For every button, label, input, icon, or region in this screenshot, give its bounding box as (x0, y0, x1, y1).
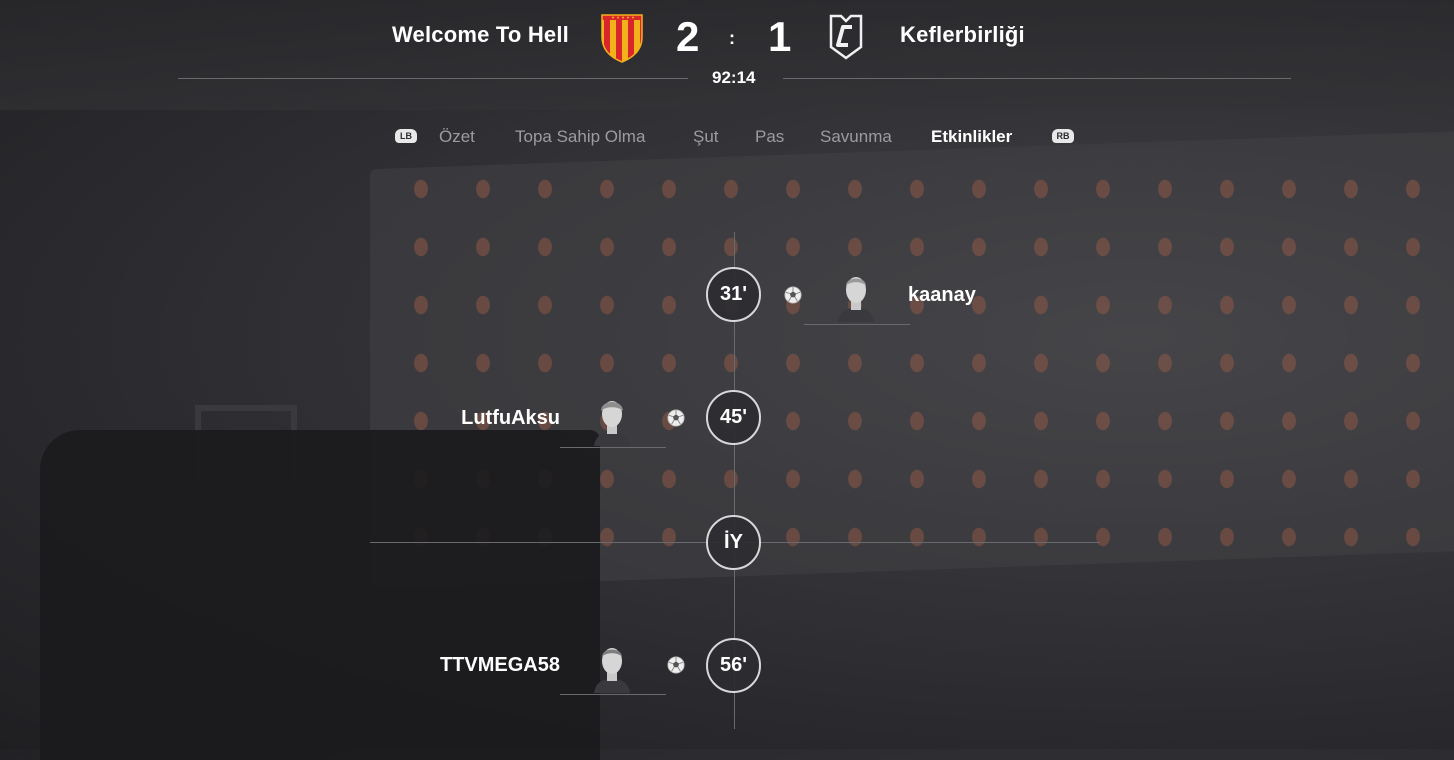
event-player-name: LutfuAksu (461, 407, 560, 429)
lb-bumper-icon[interactable]: LB (395, 129, 417, 143)
half-time-badge: İY (706, 515, 761, 570)
stats-tab-bar: LB Özet Topa Sahip Olma Şut Pas Savunma … (0, 127, 1454, 149)
away-crest-icon (829, 14, 863, 60)
header-divider-right (783, 78, 1291, 79)
background-top (0, 0, 1454, 110)
soccer-ball-icon (667, 409, 685, 427)
tab-etkinlikler[interactable]: Etkinlikler (931, 127, 1012, 147)
soccer-ball-icon (667, 656, 685, 674)
away-team-name: Keflerbirliği (900, 22, 1025, 47)
home-crest-icon (601, 14, 643, 63)
player-underline (560, 447, 666, 448)
player-underline (804, 324, 910, 325)
header-divider-left (178, 78, 688, 79)
home-team-name: Welcome To Hell (391, 22, 569, 47)
tab-ozet[interactable]: Özet (439, 127, 475, 147)
event-minute-badge: 45' (706, 390, 761, 445)
tab-topa-sahip-olma[interactable]: Topa Sahip Olma (515, 127, 645, 147)
player-avatar-icon (838, 277, 874, 322)
event-player-name: TTVMEGA58 (439, 654, 560, 676)
event-minute-badge: 56' (706, 638, 761, 693)
score-separator: : (729, 28, 735, 48)
rb-bumper-icon[interactable]: RB (1052, 129, 1074, 143)
event-minute-badge: 31' (706, 267, 761, 322)
away-score: 1 (768, 13, 792, 60)
match-clock: 92:14 (712, 68, 756, 87)
tab-pas[interactable]: Pas (755, 127, 784, 147)
tab-savunma[interactable]: Savunma (820, 127, 892, 147)
tab-sut[interactable]: Şut (693, 127, 719, 147)
background-furniture (40, 430, 600, 760)
player-avatar-icon (594, 401, 630, 446)
player-underline (560, 694, 666, 695)
player-avatar-icon (594, 648, 630, 693)
soccer-ball-icon (784, 286, 802, 304)
home-score: 2 (676, 13, 700, 60)
event-player-name: kaanay (908, 284, 976, 306)
